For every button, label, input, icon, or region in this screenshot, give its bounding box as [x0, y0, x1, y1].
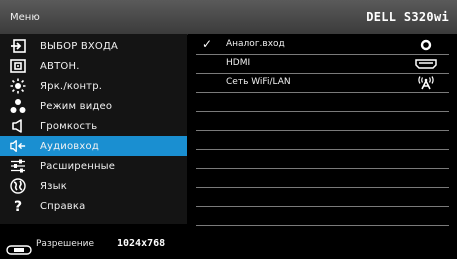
check-mark-icon: ✓ — [202, 37, 213, 51]
language-icon — [10, 178, 26, 194]
menu-item-label: Ярк./контр. — [40, 80, 103, 92]
menu-item-video-mode[interactable]: Режим видео — [0, 96, 187, 116]
option-analog[interactable]: ✓ Аналог.вход — [196, 36, 449, 55]
menu-item-brightness[interactable]: Ярк./контр. — [0, 76, 187, 96]
menu-item-label: Аудиовход — [40, 140, 99, 152]
option-label: HDMI — [226, 58, 251, 68]
video-mode-icon — [10, 98, 26, 114]
osd-header: Меню DELL S320wi — [0, 0, 457, 35]
menu-title: Меню — [10, 12, 40, 23]
menu-item-label: ВЫБОР ВХОДА — [40, 40, 119, 52]
menu-item-advanced[interactable]: Расширенные — [0, 156, 187, 176]
menu-item-label: АВТОН. — [40, 60, 80, 72]
option-network[interactable]: Сеть WiFi/LAN — [196, 74, 449, 93]
advanced-settings-icon — [10, 158, 26, 174]
option-label: Аналог.вход — [226, 39, 285, 49]
menu-item-label: Расширенные — [40, 160, 116, 172]
volume-icon — [10, 118, 26, 134]
empty-row — [196, 112, 449, 131]
help-icon: ? — [10, 198, 26, 214]
menu-item-auto-adjust[interactable]: АВТОН. — [0, 56, 187, 76]
menu-item-label: Громкость — [40, 120, 98, 132]
wireless-antenna-icon — [415, 76, 437, 90]
option-hdmi[interactable]: HDMI — [196, 55, 449, 74]
option-label: Сеть WiFi/LAN — [226, 77, 291, 87]
menu-item-help[interactable]: ? Справка — [0, 196, 187, 216]
resolution-label: Разрешение — [36, 239, 95, 249]
input-select-icon — [10, 38, 26, 54]
menu-item-audio-input[interactable]: Аудиовход — [0, 136, 187, 156]
empty-row — [196, 93, 449, 112]
brightness-icon — [10, 78, 26, 94]
osd-sidebar-menu: ВЫБОР ВХОДА АВТОН. Ярк./контр. Режим вид… — [0, 34, 187, 224]
auto-adjust-icon — [10, 58, 26, 74]
empty-row — [196, 150, 449, 169]
menu-item-input-select[interactable]: ВЫБОР ВХОДА — [0, 36, 187, 56]
empty-row — [196, 131, 449, 150]
display-resolution-icon — [6, 240, 32, 255]
menu-item-volume[interactable]: Громкость — [0, 116, 187, 136]
analog-jack-icon — [415, 38, 437, 52]
status-footer: Разрешение 1024x768 — [0, 234, 457, 256]
menu-item-label: Справка — [40, 200, 86, 212]
audio-input-panel: ✓ Аналог.вход HDMI Сеть WiFi/LAN — [188, 34, 457, 226]
svg-text:?: ? — [14, 199, 22, 214]
menu-item-label: Режим видео — [40, 100, 113, 112]
menu-item-label: Язык — [40, 180, 68, 192]
projector-osd: Меню DELL S320wi ВЫБОР ВХОДА АВТОН. Ярк.… — [0, 0, 457, 256]
model-name: DELL S320wi — [366, 10, 449, 24]
audio-input-icon — [10, 138, 26, 154]
empty-row — [196, 169, 449, 188]
resolution-value: 1024x768 — [117, 238, 166, 249]
empty-row — [196, 188, 449, 207]
empty-row — [196, 207, 449, 226]
hdmi-port-icon — [415, 57, 437, 71]
menu-item-language[interactable]: Язык — [0, 176, 187, 196]
